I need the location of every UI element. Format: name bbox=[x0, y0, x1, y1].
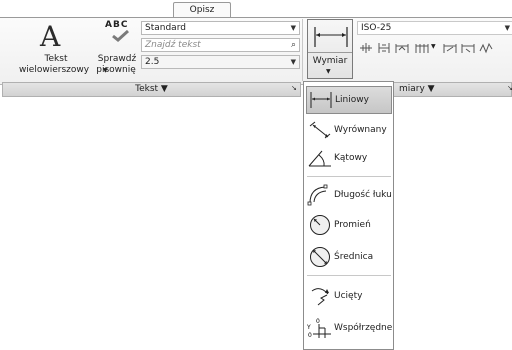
dimension-type-menu: Liniowy Wyrównany Kątowy Długość łuku Pr… bbox=[303, 81, 394, 350]
linear-dimension-icon bbox=[307, 88, 335, 112]
text-panel-title[interactable]: Tekst ▼ bbox=[2, 82, 301, 97]
dimension-split-button[interactable]: Wymiar ▼ bbox=[307, 19, 353, 79]
ribbon-separator bbox=[302, 19, 303, 81]
angular-dimension-icon bbox=[306, 146, 334, 170]
chevron-down-icon: ▼ bbox=[326, 68, 331, 75]
chevron-down-icon: ▼ bbox=[431, 43, 436, 50]
text-style-value: Standard bbox=[145, 23, 186, 33]
continue-dimension-icon[interactable] bbox=[359, 41, 373, 55]
menu-item-label: Długość łuku bbox=[334, 190, 392, 200]
spell-check-icon: ABC bbox=[105, 20, 135, 42]
dimension-break-icon[interactable] bbox=[415, 41, 429, 55]
text-a-icon: A bbox=[40, 20, 61, 53]
ordinate-icon: 0 0 Y bbox=[306, 316, 334, 340]
inspect-dimension-icon[interactable] bbox=[461, 41, 475, 55]
dimension-button-label: Wymiar bbox=[312, 56, 348, 66]
dimension-style-value: ISO-25 bbox=[361, 23, 392, 33]
panel-launcher-icon[interactable]: ↘ bbox=[507, 84, 512, 92]
find-text-input[interactable]: Znajdź tekst ⌕ bbox=[141, 38, 300, 52]
menu-item-radius[interactable]: Promień bbox=[306, 211, 392, 239]
chevron-down-icon: ▼ bbox=[290, 24, 296, 32]
text-height-value: 2.5 bbox=[145, 57, 160, 67]
menu-item-label: Średnica bbox=[334, 252, 374, 262]
radius-icon bbox=[306, 213, 334, 237]
menu-item-label: Współrzędne bbox=[334, 323, 393, 333]
chevron-down-icon: ▼ bbox=[290, 58, 296, 66]
text-height-select[interactable]: 2.5 ▼ bbox=[141, 55, 300, 69]
spell-check-label-2: pisownię bbox=[96, 65, 136, 75]
jogged-icon bbox=[306, 284, 334, 308]
menu-item-jogged[interactable]: Ucięty bbox=[306, 282, 392, 310]
checkmark-icon bbox=[112, 30, 130, 42]
jogged-linear-icon[interactable] bbox=[479, 41, 493, 55]
menu-item-angular[interactable]: Kątowy bbox=[306, 144, 392, 172]
menu-item-arc-length[interactable]: Długość łuku bbox=[306, 181, 392, 209]
menu-item-ordinate[interactable]: 0 0 Y Współrzędne bbox=[306, 314, 392, 342]
menu-item-diameter[interactable]: Średnica bbox=[306, 243, 392, 271]
aligned-dimension-icon bbox=[306, 118, 334, 142]
menu-item-label: Liniowy bbox=[335, 95, 369, 105]
spell-check-label-1: Sprawdź bbox=[97, 54, 137, 64]
svg-text:Y: Y bbox=[307, 324, 311, 331]
arc-length-icon bbox=[306, 183, 334, 207]
baseline-dimension-icon[interactable] bbox=[377, 41, 391, 55]
text-style-select[interactable]: Standard ▼ bbox=[141, 21, 300, 35]
panel-launcher-icon[interactable]: ↘ bbox=[291, 84, 297, 92]
multiline-text-label-1: Tekst bbox=[44, 54, 68, 64]
diameter-icon bbox=[306, 245, 334, 269]
spell-check-button[interactable]: ABC Sprawdź pisownię bbox=[95, 20, 139, 80]
menu-item-label: Kątowy bbox=[334, 153, 368, 163]
chevron-down-icon: ▼ bbox=[504, 24, 510, 32]
linear-dimension-icon bbox=[314, 27, 348, 47]
dimension-style-select[interactable]: ISO-25 ▼ bbox=[357, 21, 512, 35]
text-panel-title-label: Tekst ▼ bbox=[135, 84, 168, 94]
dimensions-panel-title-label: miary ▼ bbox=[399, 84, 435, 94]
ribbon-tab-strip bbox=[0, 0, 512, 18]
find-replace-icon[interactable]: ⌕ bbox=[291, 39, 296, 51]
menu-item-aligned[interactable]: Wyrównany bbox=[306, 116, 392, 144]
menu-item-label: Ucięty bbox=[334, 291, 363, 301]
spell-check-icon-text: ABC bbox=[105, 20, 129, 30]
svg-text:0: 0 bbox=[316, 318, 320, 325]
svg-text:0: 0 bbox=[308, 332, 312, 339]
menu-separator bbox=[307, 176, 391, 177]
menu-item-linear[interactable]: Liniowy bbox=[306, 86, 392, 114]
menu-item-label: Promień bbox=[334, 220, 371, 230]
find-text-placeholder: Znajdź tekst bbox=[145, 40, 201, 50]
multiline-text-button[interactable]: A Tekst wielowierszowy ▼ bbox=[19, 18, 108, 82]
menu-separator bbox=[307, 275, 391, 276]
dimension-tools-row: ▼ bbox=[357, 40, 512, 56]
dimension-space-icon[interactable] bbox=[395, 41, 409, 55]
menu-item-label: Wyrównany bbox=[334, 125, 387, 135]
tolerance-icon[interactable] bbox=[443, 41, 457, 55]
multiline-text-label-2: wielowierszowy bbox=[18, 65, 90, 75]
